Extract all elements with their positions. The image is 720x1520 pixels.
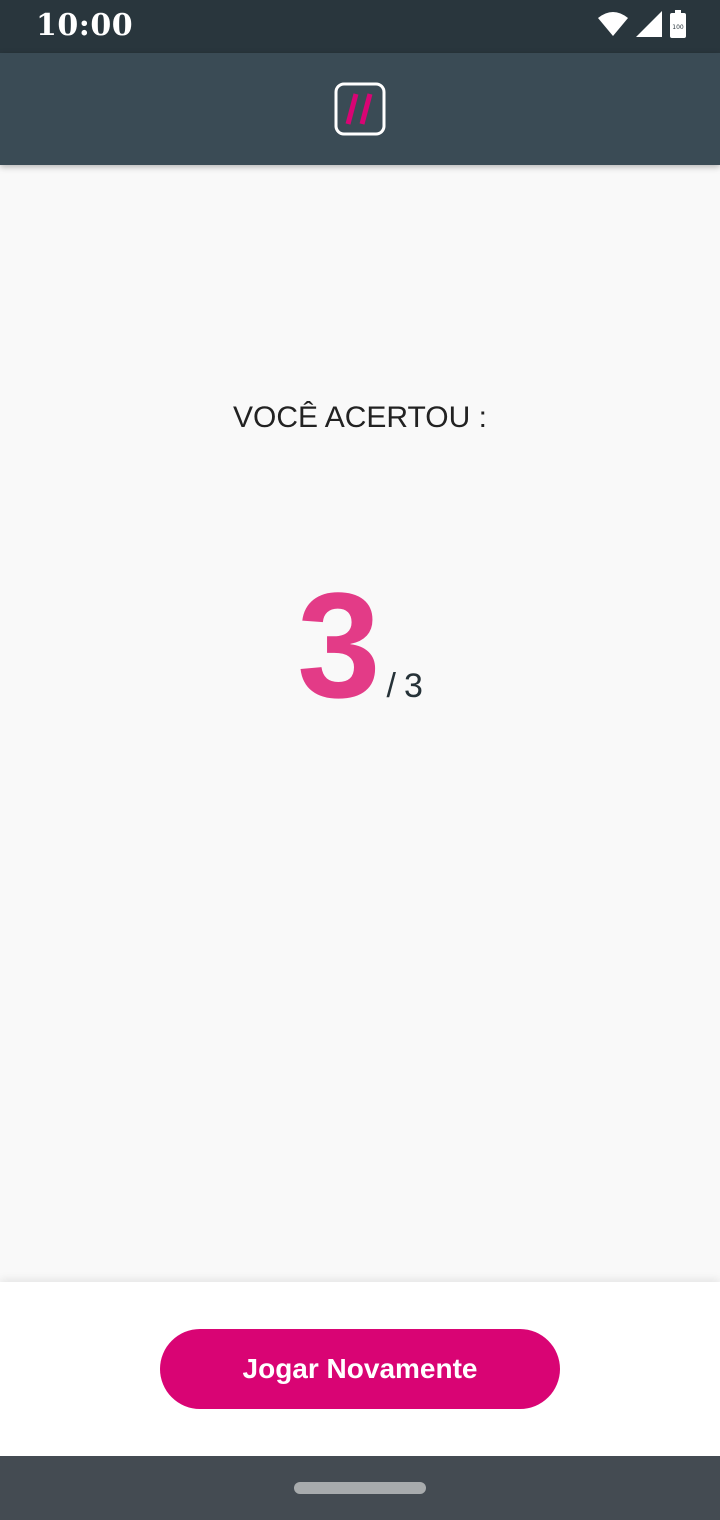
app-bar bbox=[0, 53, 720, 165]
status-icons: 100 bbox=[598, 9, 686, 43]
score-value: 3 bbox=[297, 561, 381, 729]
bottom-action-panel: Jogar Novamente bbox=[0, 1282, 720, 1456]
cell-signal-icon bbox=[636, 10, 662, 42]
score-separator: / bbox=[386, 667, 396, 705]
score-display: 3 / 3 bbox=[0, 565, 720, 725]
battery-level-text: 100 bbox=[672, 24, 684, 31]
battery-icon: 100 bbox=[670, 9, 686, 43]
system-nav-bar bbox=[0, 1456, 720, 1520]
result-heading: VOCÊ ACERTOU : bbox=[233, 401, 487, 434]
status-bar: 10:00 100 bbox=[0, 0, 720, 53]
score-total: 3 bbox=[403, 667, 423, 705]
double-slash-logo-icon bbox=[334, 82, 386, 136]
home-gesture-handle[interactable] bbox=[294, 1482, 426, 1494]
wifi-icon bbox=[598, 11, 628, 41]
play-again-button[interactable]: Jogar Novamente bbox=[160, 1329, 560, 1409]
status-time: 10:00 bbox=[36, 8, 134, 43]
result-content: VOCÊ ACERTOU : 3 / 3 bbox=[0, 165, 720, 1282]
